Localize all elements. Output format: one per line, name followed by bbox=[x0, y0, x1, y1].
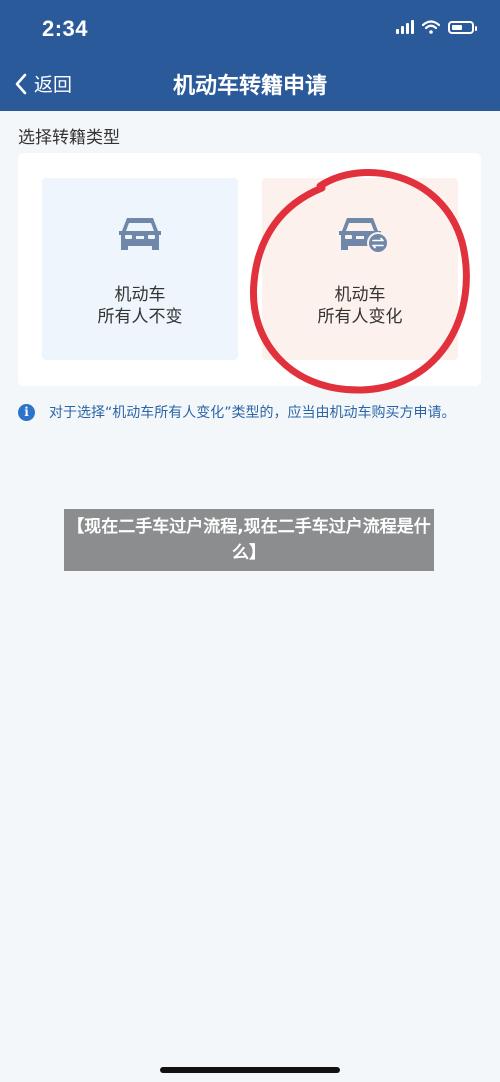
status-icons bbox=[396, 20, 477, 34]
option-owner-unchanged[interactable]: 机动车 所有人不变 bbox=[42, 178, 238, 360]
car-transfer-icon bbox=[339, 218, 389, 254]
section-label: 选择转籍类型 bbox=[18, 128, 120, 148]
status-time: 2:34 bbox=[42, 16, 89, 41]
info-note: i 对于选择“机动车所有人变化”类型的，应当由机动车购买方申请。 bbox=[18, 403, 459, 423]
signal-icon bbox=[396, 20, 414, 34]
transfer-type-panel: 机动车 所有人不变 机动车 所有人变化 bbox=[18, 153, 481, 386]
car-icon bbox=[119, 218, 161, 250]
app-header: 2:34 返回 机动车转籍申请 bbox=[0, 0, 500, 111]
wifi-icon bbox=[422, 20, 440, 34]
info-text: 对于选择“机动车所有人变化”类型的，应当由机动车购买方申请。 bbox=[49, 405, 456, 421]
home-indicator bbox=[160, 1067, 340, 1073]
article-title-overlay: 【现在二手车过户流程,现在二手车过户流程是什么】 bbox=[64, 509, 434, 571]
page-title: 机动车转籍申请 bbox=[172, 74, 327, 99]
info-icon: i bbox=[18, 404, 35, 421]
option-label: 机动车 所有人变化 bbox=[317, 285, 403, 327]
option-owner-changed[interactable]: 机动车 所有人变化 bbox=[262, 178, 458, 360]
battery-icon bbox=[448, 20, 477, 34]
option-label: 机动车 所有人不变 bbox=[97, 285, 183, 327]
